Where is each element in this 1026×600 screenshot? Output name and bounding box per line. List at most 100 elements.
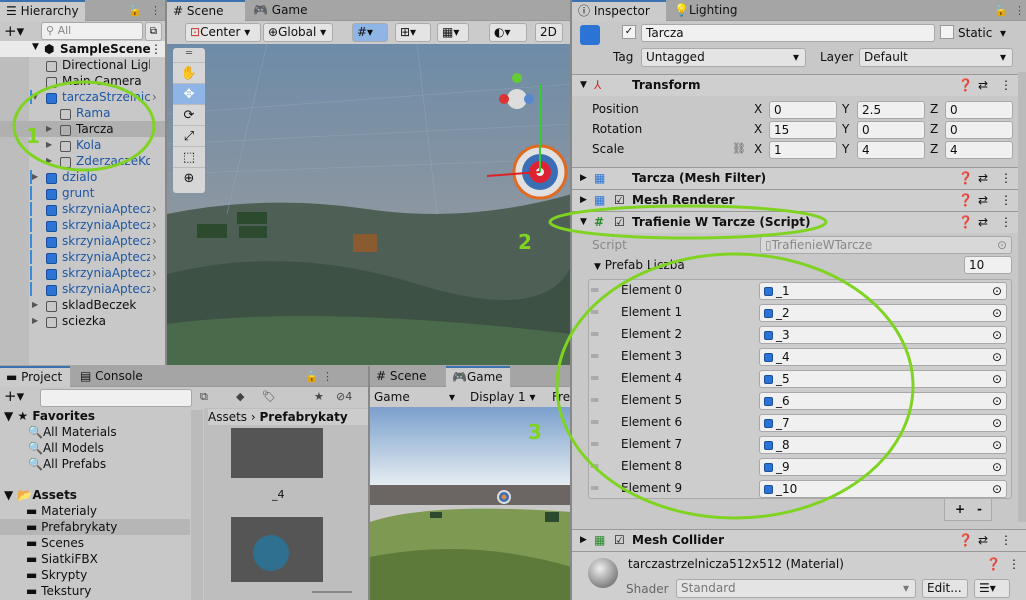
scene-row[interactable]: ▼ ⬢ SampleScene ⋮ (0, 41, 165, 57)
hidden-packages-icon[interactable]: ⊘4 (336, 390, 352, 403)
remove-element-button[interactable]: - (977, 499, 982, 519)
drag-handle-icon[interactable]: ═ (591, 349, 598, 363)
element-object-field[interactable]: _9 ⊙ (759, 458, 1007, 476)
drag-handle-icon[interactable]: ═ (591, 393, 598, 407)
shader-dropdown[interactable]: Standard ▾ (676, 579, 916, 598)
element-object-field[interactable]: _3 ⊙ (759, 326, 1007, 344)
folder-item[interactable]: ▬ Tekstury (0, 583, 190, 599)
rotation-z-input[interactable]: 0 (945, 121, 1013, 139)
presets-icon[interactable]: ⇄ (978, 75, 988, 96)
hand-tool-icon[interactable]: ✋ (173, 62, 205, 83)
object-picker-icon[interactable]: ⊙ (992, 459, 1002, 475)
asset-thumbnail[interactable] (231, 517, 323, 582)
search-mode-button[interactable]: ⧉ (145, 22, 162, 41)
open-prefab-icon[interactable]: › (152, 201, 157, 217)
object-picker-icon[interactable]: ⊙ (992, 437, 1002, 453)
hierarchy-item[interactable]: grunt (0, 185, 165, 201)
shader-options-dropdown[interactable]: ☰▾ (974, 579, 1010, 598)
element-object-field[interactable]: _2 ⊙ (759, 304, 1007, 322)
rotation-y-input[interactable]: 0 (857, 121, 925, 139)
element-object-field[interactable]: _10 ⊙ (759, 480, 1007, 498)
drag-handle-icon[interactable]: ═ (591, 415, 598, 429)
hierarchy-item[interactable]: Rama (0, 105, 165, 121)
hierarchy-item[interactable]: skrzyniaApteczna › (0, 217, 165, 233)
help-icon[interactable]: ❓ (986, 557, 1001, 571)
open-prefab-icon[interactable]: › (152, 249, 157, 265)
hierarchy-item[interactable]: skrzyniaApteczna › (0, 265, 165, 281)
position-x-input[interactable]: 0 (769, 101, 837, 119)
favorite-icon[interactable]: ★ (314, 390, 324, 403)
favorite-item[interactable]: 🔍All Models (28, 440, 104, 456)
hierarchy-item[interactable]: ▶ Kola (0, 137, 165, 153)
presets-icon[interactable]: ⇄ (978, 530, 988, 551)
add-element-button[interactable]: + (955, 499, 965, 519)
asset-thumbnail[interactable] (231, 428, 323, 478)
gizmo-dropdown[interactable]: ▦▾ (437, 23, 469, 42)
element-object-field[interactable]: _4 ⊙ (759, 348, 1007, 366)
more-icon[interactable]: ⋮ (322, 370, 333, 383)
scale-tool-icon[interactable]: ⤢ (173, 125, 205, 146)
hierarchy-item[interactable]: skrzyniaApteczna › (0, 281, 165, 297)
add-button[interactable]: +▾ (4, 22, 24, 40)
tab-project[interactable]: ▬ Project (0, 366, 70, 387)
open-prefab-icon[interactable]: › (152, 233, 157, 249)
breadcrumb-prefabrykaty[interactable]: Prefabrykaty (260, 410, 348, 424)
scale-x-input[interactable]: 1 (769, 141, 837, 159)
hierarchy-item[interactable]: ▶ dzialo (0, 169, 165, 185)
breadcrumb-assets[interactable]: Assets (208, 410, 247, 424)
enabled-checkbox[interactable]: ☑ (614, 530, 625, 551)
hierarchy-item[interactable]: ▶ skladBeczek (0, 297, 165, 313)
more-icon[interactable]: ⋮ (1014, 4, 1025, 17)
mesh-renderer-header[interactable]: ▶ ▦ ☑ Mesh Renderer ❓ ⇄ ⋮ (572, 189, 1026, 211)
favorites-header[interactable]: ▼ ★ Favorites (4, 408, 95, 424)
object-picker-icon[interactable]: ⊙ (992, 481, 1002, 497)
rotate-tool-icon[interactable]: ⟳ (173, 104, 205, 125)
move-tool-icon[interactable]: ✥ (173, 83, 205, 104)
pivot-dropdown[interactable]: ⊡Center ▾ (185, 23, 261, 42)
script-header[interactable]: ▼ # ☑ Trafienie W Tarcze (Script) ❓ ⇄ ⋮ (572, 211, 1026, 233)
edit-shader-button[interactable]: Edit... (922, 579, 968, 598)
object-picker-icon[interactable]: ⊙ (992, 283, 1002, 299)
element-object-field[interactable]: _5 ⊙ (759, 370, 1007, 388)
position-y-input[interactable]: 2.5 (857, 101, 925, 119)
presets-icon[interactable]: ⇄ (978, 168, 988, 189)
display-dropdown[interactable]: Display 1 ▾ (470, 387, 544, 407)
scene-viewport[interactable] (167, 44, 572, 365)
hierarchy-item[interactable]: Directional Light (0, 57, 165, 73)
2d-toggle[interactable]: 2D (535, 23, 563, 42)
static-checkbox[interactable] (940, 25, 954, 39)
static-dropdown[interactable]: Static ▾ (958, 26, 1006, 40)
aspect-dropdown[interactable]: Free (552, 387, 572, 407)
search-mode-icon[interactable]: ⧉ (200, 390, 208, 404)
mesh-filter-header[interactable]: ▶ ▦ Tarcza (Mesh Filter) ❓ ⇄ ⋮ (572, 167, 1026, 189)
tab-game[interactable]: 🎮 Game (247, 0, 317, 21)
open-prefab-icon[interactable]: › (152, 281, 157, 297)
layer-dropdown[interactable]: Default ▾ (859, 48, 1013, 67)
component-menu-icon[interactable]: ⋮ (1000, 75, 1012, 96)
folder-item[interactable]: ▬ Prefabrykaty (0, 519, 190, 535)
hierarchy-item[interactable]: Main Camera (0, 73, 165, 89)
help-icon[interactable]: ❓ (958, 190, 973, 211)
drag-handle-icon[interactable]: ═ (591, 327, 598, 341)
transform-header[interactable]: ▼ ⅄ Transform ❓ ⇄ ⋮ (572, 74, 1026, 96)
lock-icon[interactable]: 🔓 (128, 4, 142, 17)
object-picker-icon[interactable]: ⊙ (992, 349, 1002, 365)
presets-icon[interactable]: ⇄ (978, 212, 988, 233)
drag-handle-icon[interactable]: ═ (591, 481, 598, 495)
tab-console[interactable]: ▤ Console (74, 366, 154, 387)
drag-handle-icon[interactable]: ═ (591, 371, 598, 385)
favorite-item[interactable]: 🔍All Materials (28, 424, 117, 440)
rotation-x-input[interactable]: 15 (769, 121, 837, 139)
enabled-checkbox[interactable]: ☑ (614, 190, 625, 211)
array-size-input[interactable]: 10 (964, 256, 1012, 274)
position-z-input[interactable]: 0 (945, 101, 1013, 119)
prefab-list-foldout[interactable]: ▼ Prefab Liczba (594, 258, 685, 272)
lock-icon[interactable]: 🔒 (305, 370, 319, 383)
hierarchy-item[interactable]: skrzyniaApteczna › (0, 233, 165, 249)
tab-scene[interactable]: # Scene (167, 0, 245, 21)
tab-game[interactable]: 🎮Game (446, 366, 510, 387)
component-menu-icon[interactable]: ⋮ (1000, 168, 1012, 189)
assets-header[interactable]: ▼ 📂Assets (4, 487, 77, 503)
component-menu-icon[interactable]: ⋮ (1000, 212, 1012, 233)
gameobject-cube-icon[interactable] (580, 25, 600, 45)
